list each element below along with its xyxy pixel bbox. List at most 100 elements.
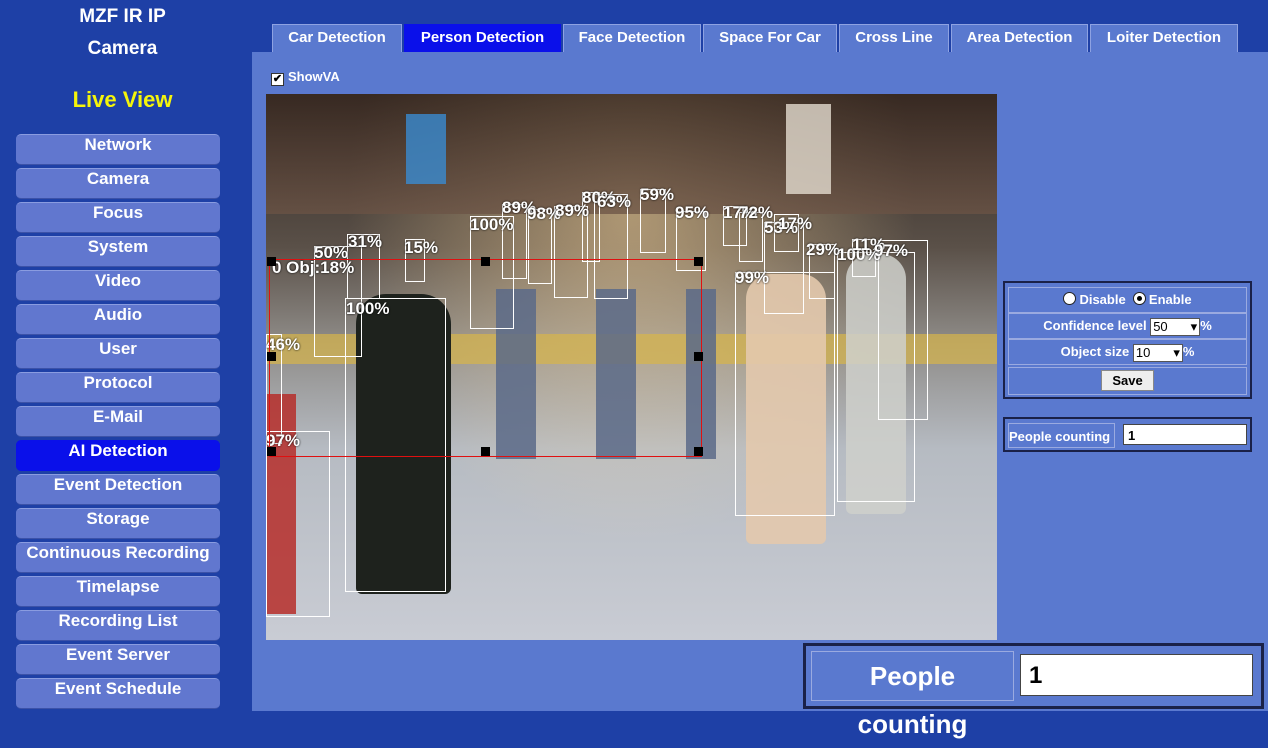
object-size-row: Object size 10 ▾% [1008,339,1247,365]
sidebar-item-storage[interactable]: Storage [16,508,220,539]
disable-radio[interactable] [1063,292,1077,305]
confidence-select[interactable]: 50 ▾ [1150,317,1201,336]
sidebar-item-label: Video [95,271,141,290]
detection-confidence-label: 63% [597,192,632,211]
roi-handle[interactable] [267,447,276,456]
sidebar-item-label: Network [84,135,152,154]
people-counting-large-label: People counting [811,651,1014,739]
save-button[interactable]: Save [1101,370,1154,391]
tab-label: Loiter Detection [1106,29,1222,46]
sidebar-item-recording-list[interactable]: Recording List [16,610,220,641]
save-row: Save [1008,367,1247,395]
roi-handle[interactable] [694,352,703,361]
tab-space-for-car[interactable]: Space For Car [703,24,837,52]
sidebar-item-event-detection[interactable]: Event Detection [16,474,220,505]
roi-handle[interactable] [481,447,490,456]
people-counting-large-box: People counting 1 [803,643,1264,739]
detection-confidence-label: 59% [640,185,675,204]
detection-confidence-label: 99% [735,268,770,287]
detection-confidence-label: 97% [874,241,909,260]
sidebar-item-ai-detection[interactable]: AI Detection [16,440,220,471]
detection-confidence-label: 29% [806,240,841,259]
object-size-unit: % [1182,344,1195,359]
showva-checkbox[interactable]: ✔ [271,73,284,86]
object-size-select[interactable]: 10 ▾ [1132,343,1183,362]
sidebar-item-label: Continuous Recording [26,543,210,562]
people-counting-box: People counting 1 [1003,417,1252,452]
people-counting-large-value: 1 [1020,654,1253,696]
detection-box [266,431,330,617]
chevron-down-icon: ▾ [1173,344,1180,360]
mode-row: Disable Enable [1008,287,1247,313]
sidebar-item-label: Event Detection [53,475,183,494]
live-video-feed[interactable]: 50% 31% 15% 100% 89% 98% 89% 80% 63% 59%… [266,94,997,640]
sidebar-item-label: Recording List [58,611,178,630]
tab-car-detection[interactable]: Car Detection [272,24,402,52]
detection-settings-box: Disable Enable Confidence level 50 ▾% Obj… [1003,281,1252,399]
app-title-line2: Camera [87,38,158,59]
tab-loiter-detection[interactable]: Loiter Detection [1090,24,1238,52]
roi-handle[interactable] [694,447,703,456]
tab-person-detection[interactable]: Person Detection [404,24,561,52]
sidebar-item-label: AI Detection [68,441,168,460]
sidebar-item-label: Timelapse [76,577,160,596]
sidebar-item-camera[interactable]: Camera [16,168,220,199]
sidebar-item-network[interactable]: Network [16,134,220,165]
tab-label: Area Detection [966,29,1073,46]
sidebar-item-system[interactable]: System [16,236,220,267]
sidebar-item-continuous-recording[interactable]: Continuous Recording [16,542,220,573]
enable-radio[interactable] [1132,292,1146,305]
sidebar-item-label: Protocol [83,373,153,392]
sidebar-item-label: User [99,339,137,358]
tab-label: Person Detection [420,29,545,46]
app-title-line1: MZF IR IP [79,6,166,27]
roi-handle[interactable] [267,257,276,266]
sidebar-item-event-server[interactable]: Event Server [16,644,220,675]
sidebar-item-protocol[interactable]: Protocol [16,372,220,403]
chevron-down-icon: ▾ [1190,318,1198,334]
sidebar: MZF IR IP Camera Live View Network Camer… [0,0,252,711]
confidence-value: 50 [1153,318,1168,334]
screen-shape [406,114,446,184]
sidebar-item-focus[interactable]: Focus [16,202,220,233]
sidebar-item-label: System [87,237,149,256]
sidebar-item-audio[interactable]: Audio [16,304,220,335]
detection-confidence-label: 31% [348,232,383,251]
roi-handle[interactable] [481,257,490,266]
sidebar-item-label: Event Server [66,645,170,664]
roi-handle[interactable] [694,257,703,266]
roi-object-count-label: 0 Obj:18% [272,258,355,277]
confidence-unit: % [1200,318,1212,333]
sidebar-item-label: E-Mail [92,407,144,426]
sidebar-item-video[interactable]: Video [16,270,220,301]
people-counting-value: 1 [1123,424,1247,445]
object-size-value: 10 [1135,344,1151,360]
detection-confidence-label: 100% [470,215,514,234]
disable-label: Disable [1079,292,1126,307]
live-view-link[interactable]: Live View [0,87,245,113]
tab-face-detection[interactable]: Face Detection [563,24,701,52]
tab-cross-line[interactable]: Cross Line [839,24,949,52]
sidebar-item-timelapse[interactable]: Timelapse [16,576,220,607]
sidebar-item-event-schedule[interactable]: Event Schedule [16,678,220,709]
ceiling-shape [266,94,997,214]
confidence-label: Confidence level [1043,318,1147,333]
sidebar-item-label: Focus [92,203,144,222]
tab-label: Space For Car [719,29,821,46]
sidebar-item-label: Event Schedule [54,679,182,698]
tab-label: Face Detection [578,29,686,46]
detection-region-roi[interactable] [269,259,702,457]
showva-toggle[interactable]: ✔ ShowVA [271,69,340,86]
detection-box [735,272,835,516]
sidebar-item-email[interactable]: E-Mail [16,406,220,437]
confidence-row: Confidence level 50 ▾% [1008,313,1247,339]
roi-handle[interactable] [267,352,276,361]
detection-box [878,240,928,420]
sidebar-item-label: Audio [93,305,143,324]
sidebar-item-user[interactable]: User [16,338,220,369]
showva-label: ShowVA [288,69,340,84]
tab-label: Car Detection [288,29,386,46]
sidebar-item-label: Camera [86,169,150,188]
tab-area-detection[interactable]: Area Detection [951,24,1088,52]
detection-confidence-label: 17% [778,214,813,233]
